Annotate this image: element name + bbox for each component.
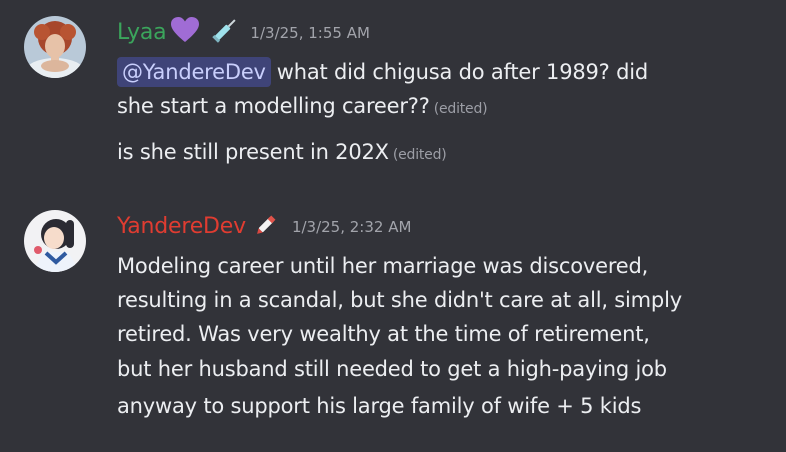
- message-header: Lyaa 1/3/25, 1:55 AM: [117, 17, 370, 47]
- message-content: @YandereDev what did chigusa do after 198…: [117, 57, 648, 87]
- message-content: Modeling career until her marriage was d…: [117, 249, 648, 283]
- message-text: anyway to support his large family of wi…: [117, 394, 642, 418]
- avatar[interactable]: [24, 210, 86, 272]
- message-text: Modeling career until her marriage was d…: [117, 254, 649, 278]
- message-text: is she still present in 202X: [117, 140, 389, 164]
- message-content: is she still present in 202X (edited): [117, 137, 447, 170]
- message-text: what did chigusa do after 1989? did: [276, 60, 648, 84]
- message-content: but her husband still needed to get a hi…: [117, 352, 667, 386]
- message-header: YandereDev 1/3/25, 2:32 AM: [117, 211, 411, 241]
- timestamp: 1/3/25, 2:32 AM: [291, 218, 412, 236]
- message-text: resulting in a scandal, but she didn't c…: [117, 288, 682, 312]
- message-text: she start a modelling career??: [117, 94, 430, 118]
- purple-heart-icon: [170, 16, 200, 48]
- message-content: anyway to support his large family of wi…: [117, 389, 641, 423]
- timestamp: 1/3/25, 1:55 AM: [250, 24, 370, 42]
- message-content: resulting in a scandal, but she didn't c…: [117, 283, 682, 317]
- pen-icon: [252, 209, 282, 243]
- edited-label: (edited): [433, 101, 488, 117]
- syringe-icon: [210, 15, 240, 49]
- username[interactable]: Lyaa: [117, 20, 167, 45]
- message-text: retired. Was very wealthy at the time of…: [117, 322, 650, 346]
- avatar[interactable]: [24, 16, 86, 78]
- message-content: she start a modelling career?? (edited): [117, 91, 488, 124]
- mention-yanderedev[interactable]: @YandereDev: [117, 57, 271, 87]
- message-content: retired. Was very wealthy at the time of…: [117, 317, 650, 351]
- username[interactable]: YandereDev: [117, 214, 246, 239]
- message-text: but her husband still needed to get a hi…: [117, 357, 667, 381]
- chat-log: Lyaa 1/3/25, 1:55 AM @YandereDev what did: [0, 0, 786, 452]
- edited-label: (edited): [392, 147, 447, 163]
